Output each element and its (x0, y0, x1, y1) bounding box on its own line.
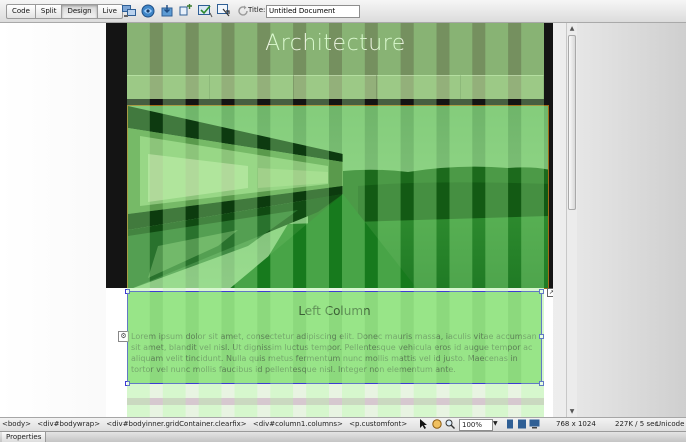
split-view-button[interactable]: Split (34, 4, 63, 19)
selection-handle[interactable] (539, 289, 544, 294)
gear-icon[interactable]: ⚙ (118, 331, 129, 342)
check-compat-icon[interactable] (197, 3, 213, 19)
properties-panel-header: Properties (0, 431, 686, 442)
tag-div-column1[interactable]: <div#column1.columns> (253, 420, 343, 428)
window-size-readout[interactable]: 768 x 1024 (556, 418, 596, 431)
left-column-paragraph[interactable]: Lorem ipsum dolor sit amet, consectetur … (131, 331, 541, 375)
tag-div-bodyinner[interactable]: <div#bodyinner.gridContainer.clearfix> (106, 420, 246, 428)
select-tool-icon[interactable] (418, 419, 429, 429)
live-view-button[interactable]: Live (96, 4, 123, 19)
chevron-down-icon[interactable]: ▼ (493, 419, 500, 429)
desktop-size-icon[interactable] (529, 419, 540, 429)
nav-item[interactable] (377, 75, 461, 99)
selection-handle[interactable] (125, 381, 130, 386)
nav-item[interactable] (210, 75, 294, 99)
hand-tool-icon[interactable] (431, 419, 442, 429)
multiscreen-icon[interactable] (121, 3, 137, 19)
inspect-icon[interactable] (216, 3, 232, 19)
tag-p-customfont[interactable]: <p.customfont> (349, 420, 407, 428)
nav-item[interactable] (127, 75, 211, 99)
tablet-size-icon[interactable] (517, 419, 527, 429)
nav-item[interactable] (460, 75, 545, 99)
selection-handle[interactable] (539, 381, 544, 386)
status-bar: <body> <div#bodywrap> <div#bodyinner.gri… (0, 417, 686, 431)
design-view-button[interactable]: Design (61, 4, 98, 19)
navigation-bar[interactable] (127, 75, 545, 99)
vertical-scrollbar[interactable]: ▲ ▼ (566, 23, 577, 417)
document-title-input[interactable] (266, 5, 360, 18)
tag-selector: <body> <div#bodywrap> <div#bodyinner.gri… (2, 418, 411, 431)
design-view[interactable]: Architecture ↗ Left Column ⚙ Lorem ipsum… (0, 23, 566, 417)
status-tools (418, 419, 457, 429)
view-mode-buttons: Code Split Design Live (6, 4, 123, 19)
preview-icon[interactable] (140, 3, 156, 19)
site-title[interactable]: Architecture (127, 31, 544, 56)
visual-aids-icon[interactable] (178, 3, 194, 19)
toolbar-tools (121, 3, 254, 19)
scroll-thumb[interactable] (568, 35, 576, 210)
zoom-tool-icon[interactable] (444, 419, 455, 429)
mobile-size-icon[interactable] (505, 419, 515, 429)
scroll-down-icon[interactable]: ▼ (568, 407, 576, 416)
panel-dock-area (577, 23, 686, 417)
resize-handle-icon[interactable]: ↗ (547, 288, 553, 297)
code-view-button[interactable]: Code (6, 4, 36, 19)
hero-image[interactable] (127, 105, 549, 289)
tag-body[interactable]: <body> (2, 420, 31, 428)
tag-div-bodywrap[interactable]: <div#bodywrap> (37, 420, 100, 428)
title-label: Title: (248, 6, 266, 14)
encoding-readout: Unicode (UTF-8) (656, 420, 686, 428)
scroll-up-icon[interactable]: ▲ (568, 24, 576, 33)
file-management-icon[interactable] (159, 3, 175, 19)
bottom-strip (127, 398, 544, 405)
selection-handle[interactable] (125, 289, 130, 294)
left-column-heading[interactable]: Left Column (127, 304, 542, 318)
zoom-select[interactable]: 100% (459, 419, 493, 431)
document-page[interactable]: Architecture ↗ Left Column ⚙ Lorem ipsum… (106, 23, 553, 417)
hero-architecture-photo (128, 106, 548, 288)
download-size-readout: 227K / 5 sec (615, 420, 659, 428)
window-size-buttons (505, 419, 541, 429)
document-toolbar: Code Split Design Live Title: (0, 0, 686, 23)
nav-item[interactable] (293, 75, 378, 99)
